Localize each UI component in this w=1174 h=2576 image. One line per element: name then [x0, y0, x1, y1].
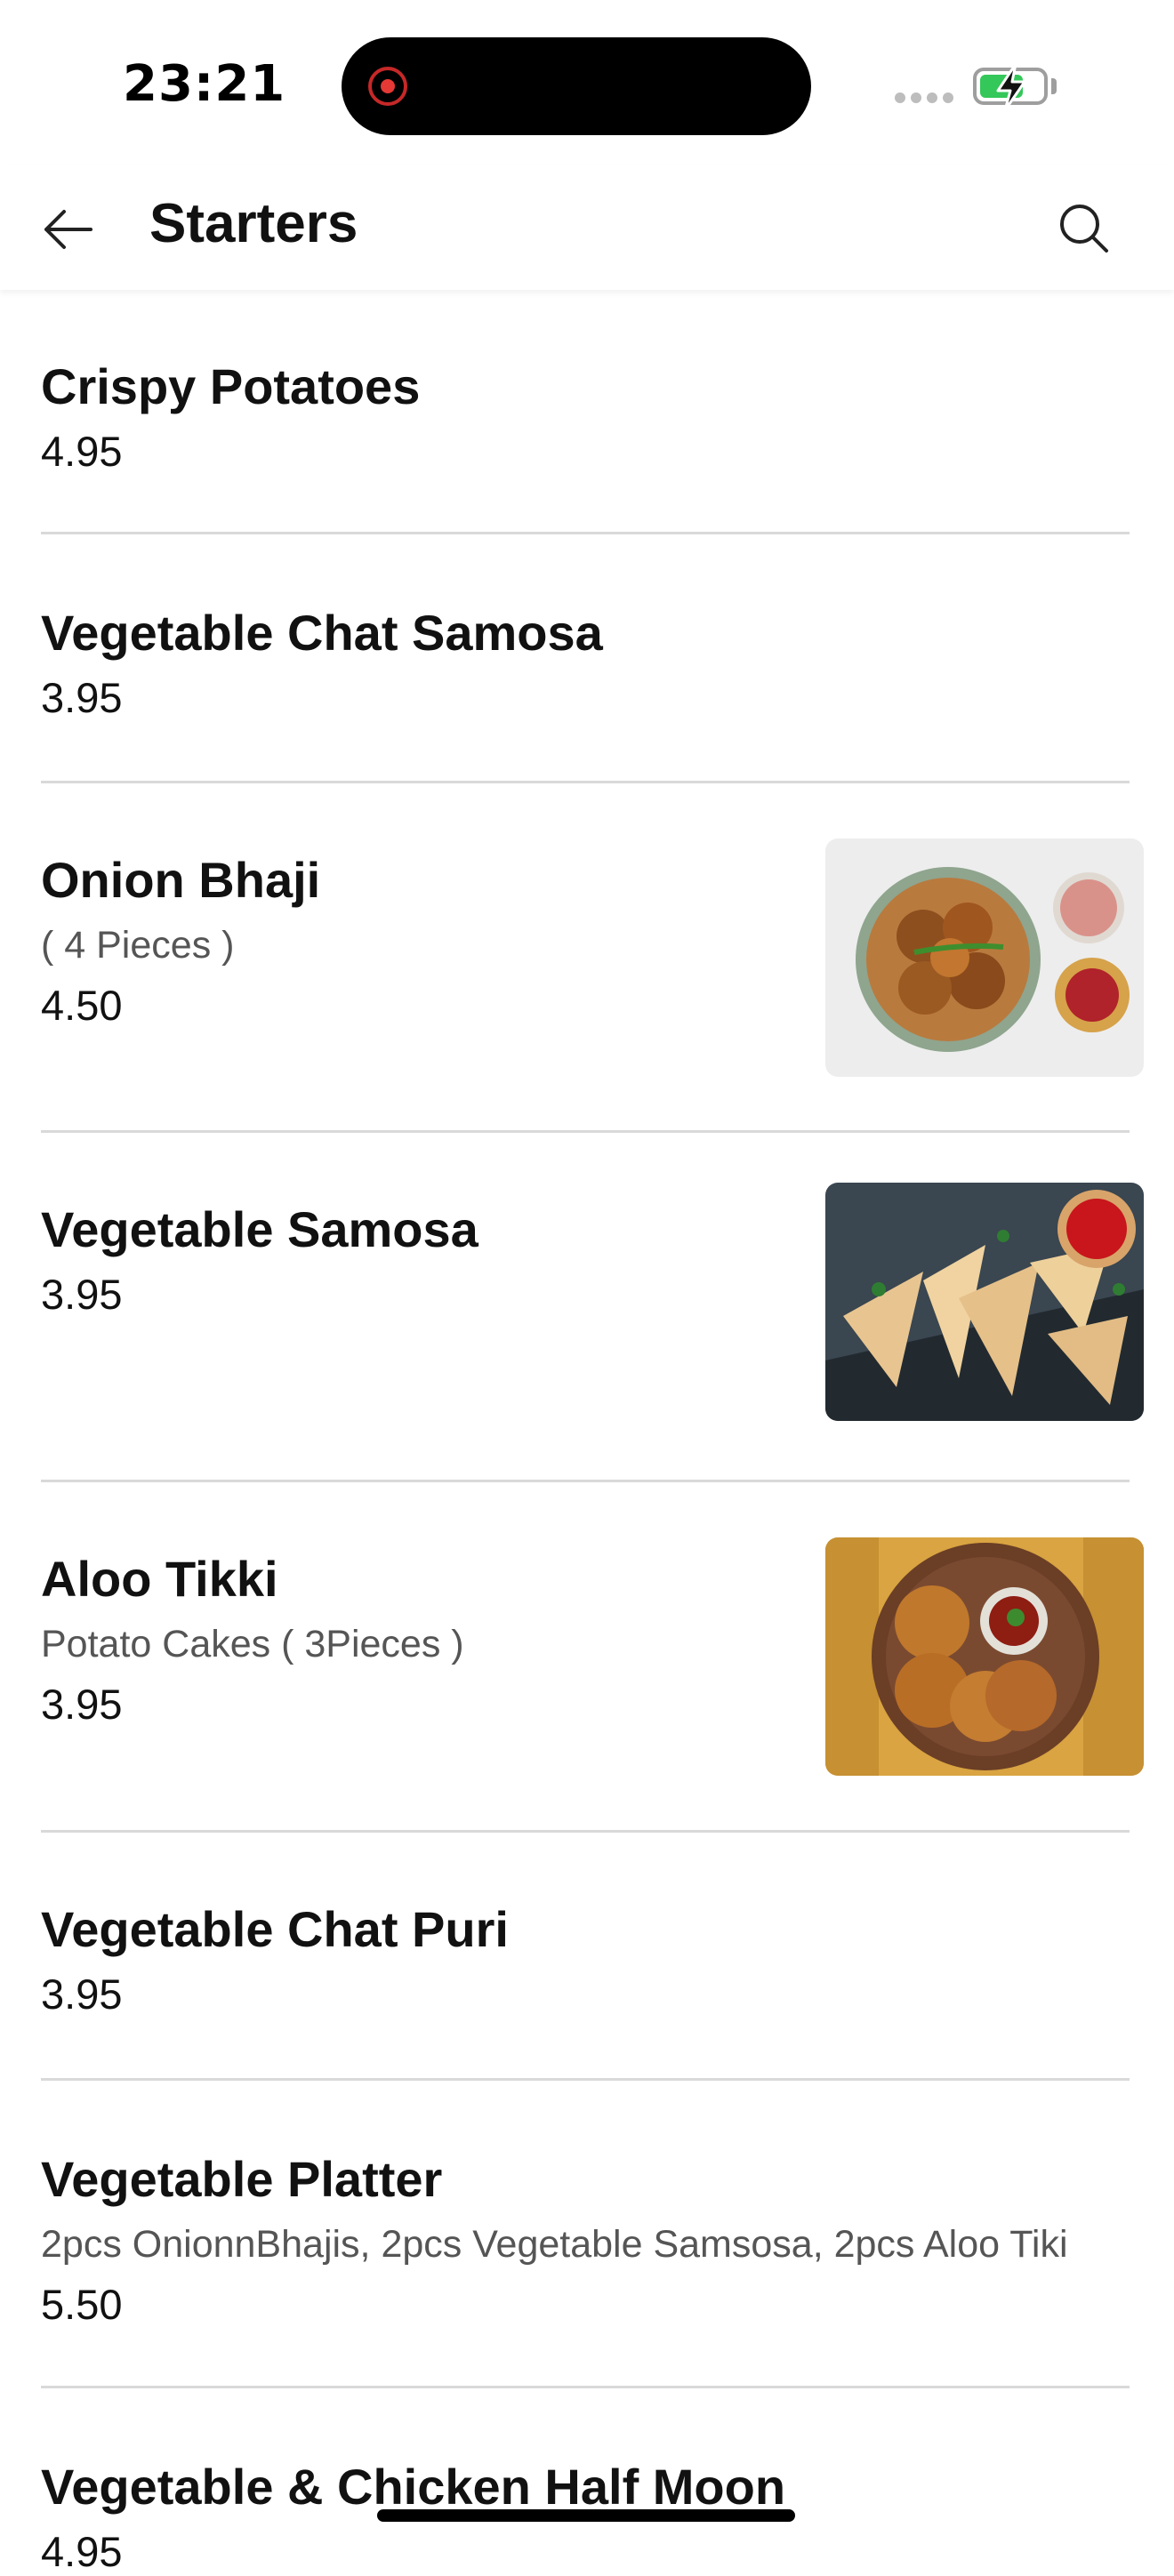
item-name: Onion Bhaji — [41, 852, 321, 908]
menu-item-aloo-tikki[interactable]: Aloo Tikki Potato Cakes ( 3Pieces ) 3.95 — [0, 1482, 1174, 1833]
menu-item-crispy-potatoes[interactable]: Crispy Potatoes 4.95 — [0, 290, 1174, 534]
menu-item-vegetable-samosa[interactable]: Vegetable Samosa 3.95 — [0, 1133, 1174, 1482]
item-name: Aloo Tikki — [41, 1551, 278, 1607]
item-name: Crispy Potatoes — [41, 358, 421, 414]
home-indicator[interactable] — [377, 2509, 795, 2522]
aloo-tikki-photo — [825, 1537, 1144, 1776]
item-name: Vegetable Platter — [41, 2151, 443, 2207]
search-icon — [1060, 205, 1108, 253]
item-price: 5.50 — [41, 2281, 123, 2328]
status-time: 23:21 — [123, 55, 286, 113]
item-price: 3.95 — [41, 1271, 123, 1318]
dynamic-island — [342, 37, 811, 135]
item-description: ( 4 Pieces ) — [41, 924, 235, 967]
item-price: 4.95 — [41, 2528, 123, 2575]
menu-item-vegetable-chat-puri[interactable]: Vegetable Chat Puri 3.95 — [0, 1833, 1174, 2081]
item-name: Vegetable Chat Puri — [41, 1901, 509, 1957]
menu-item-onion-bhaji[interactable]: Onion Bhaji ( 4 Pieces ) 4.50 — [0, 783, 1174, 1133]
item-name: Vegetable Samosa — [41, 1201, 478, 1257]
screen-recording-icon — [368, 67, 407, 106]
cellular-signal-icon — [895, 92, 953, 103]
menu-item-vegetable-chicken-half-moon[interactable]: Vegetable & Chicken Half Moon 4.95 — [0, 2388, 1174, 2575]
menu-item-vegetable-platter[interactable]: Vegetable Platter 2pcs OnionnBhajis, 2pc… — [0, 2081, 1174, 2388]
item-name: Vegetable & Chicken Half Moon — [41, 2459, 786, 2515]
battery-cap — [1051, 78, 1057, 94]
item-description: 2pcs OnionnBhajis, 2pcs Vegetable Samsos… — [41, 2223, 1068, 2266]
item-price: 3.95 — [41, 1970, 123, 2018]
item-price: 3.95 — [41, 1681, 123, 1728]
charging-bolt-icon — [996, 62, 1026, 112]
search-button[interactable] — [1053, 197, 1115, 260]
onion-bhaji-photo — [825, 839, 1144, 1077]
vegetable-samosa-photo — [825, 1183, 1144, 1421]
status-bar: 23:21 — [0, 0, 1174, 160]
back-button[interactable] — [39, 201, 96, 258]
item-price: 3.95 — [41, 674, 123, 721]
menu-item-vegetable-chat-samosa[interactable]: Vegetable Chat Samosa 3.95 — [0, 534, 1174, 783]
item-name: Vegetable Chat Samosa — [41, 605, 603, 661]
item-description: Potato Cakes ( 3Pieces ) — [41, 1623, 464, 1665]
item-price: 4.50 — [41, 982, 123, 1029]
page-title: Starters — [149, 193, 358, 254]
item-price: 4.95 — [41, 428, 123, 475]
arrow-left-icon — [44, 210, 92, 249]
app-header: Starters — [0, 165, 1174, 290]
